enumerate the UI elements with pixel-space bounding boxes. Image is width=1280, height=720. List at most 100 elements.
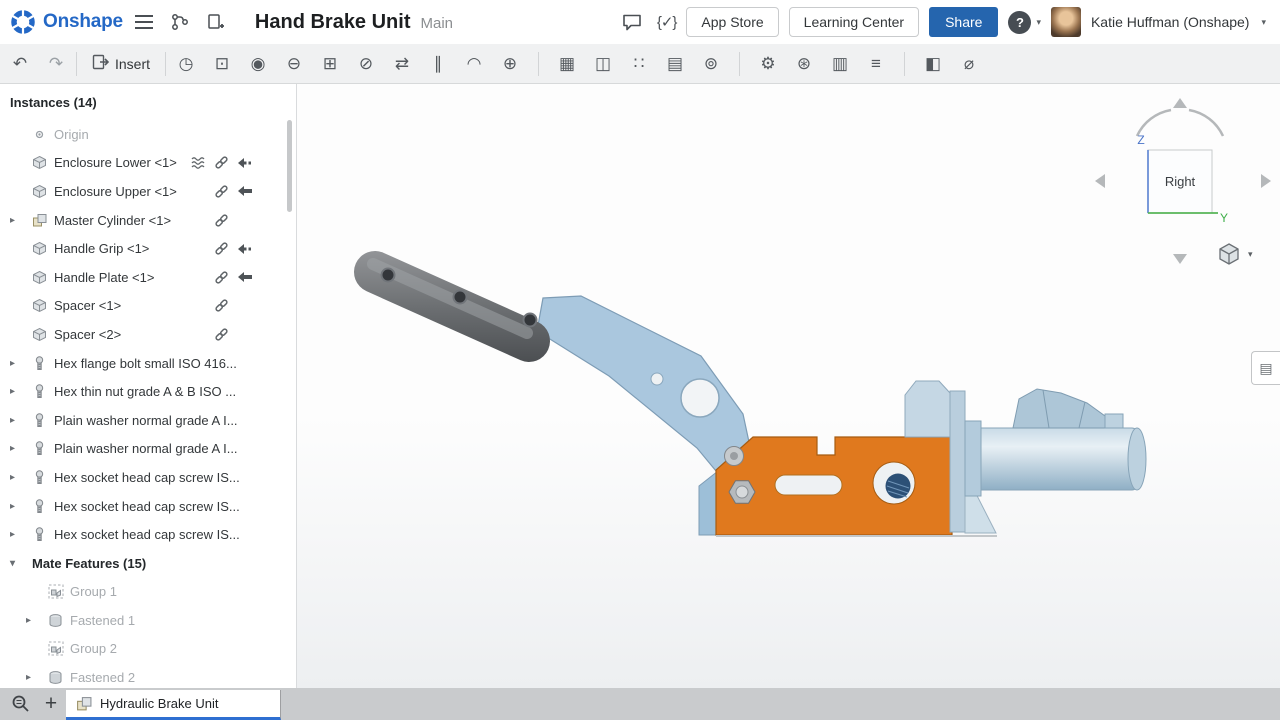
bolt-icon [32, 441, 54, 456]
instance-row[interactable]: ▸Hex socket head cap screw IS... [0, 492, 296, 521]
slider-mate-icon[interactable]: ⇄ [388, 50, 416, 78]
toolbar-divider [739, 52, 740, 76]
search-tabs-icon[interactable] [6, 688, 36, 720]
handle-grip-part[interactable] [373, 264, 537, 341]
learning-center-button[interactable]: Learning Center [789, 7, 919, 37]
arrow-dashed-icon[interactable] [233, 243, 256, 255]
expand-chevron-icon[interactable]: ▸ [10, 386, 32, 397]
insert-button[interactable]: Insert [83, 50, 159, 78]
versions-icon[interactable] [165, 7, 195, 37]
help-icon[interactable]: ? [1008, 11, 1031, 34]
instance-row[interactable]: Spacer <1> [0, 292, 296, 321]
mate-connector-icon[interactable]: ⊕ [496, 50, 524, 78]
fastened-mate-icon[interactable]: ⊡ [208, 50, 236, 78]
assembly-tab-icon [76, 696, 92, 712]
link-icon[interactable] [210, 213, 233, 228]
mate-feature-row[interactable]: ▸Fastened 1 [0, 606, 296, 635]
rotate-cw-arc-icon[interactable] [1189, 110, 1223, 136]
mate-feature-row[interactable]: ▸Fastened 2 [0, 663, 296, 688]
app-store-button[interactable]: App Store [686, 7, 778, 37]
circular-pattern-icon[interactable]: ⊚ [697, 50, 725, 78]
rotate-down-arrow-icon[interactable] [1173, 254, 1187, 264]
rotate-left-arrow-icon[interactable] [1095, 174, 1105, 188]
link-icon[interactable] [210, 184, 233, 199]
ball-mate-icon[interactable]: ◉ [244, 50, 272, 78]
configurations-icon[interactable]: ⚙ [754, 50, 782, 78]
instance-row[interactable]: Enclosure Upper <1> [0, 177, 296, 206]
instance-row[interactable]: ▸Plain washer normal grade A I... [0, 406, 296, 435]
user-menu-caret-icon[interactable]: ▾ [1261, 17, 1266, 28]
section-view-icon[interactable]: ◧ [919, 50, 947, 78]
explode-icon[interactable]: ⊛ [790, 50, 818, 78]
onshape-logo-icon [10, 9, 36, 35]
expand-chevron-icon[interactable]: ▸ [10, 415, 32, 426]
in-context-icon[interactable] [187, 156, 210, 169]
tab-hydraulic-brake-unit[interactable]: Hydraulic Brake Unit [66, 690, 281, 720]
undo-icon[interactable]: ↶ [6, 50, 34, 78]
instance-row[interactable]: Spacer <2> [0, 320, 296, 349]
share-button[interactable]: Share [929, 7, 998, 37]
viewport-3d[interactable]: Z Y Right ▾ ▤ [297, 84, 1280, 688]
replicate-icon[interactable]: ◫ [589, 50, 617, 78]
expand-chevron-icon[interactable]: ▸ [10, 358, 32, 369]
link-icon[interactable] [210, 298, 233, 313]
rotate-up-arrow-icon[interactable] [1173, 98, 1187, 108]
main-menu-icon[interactable] [129, 7, 159, 37]
instance-row[interactable]: Handle Plate <1> [0, 263, 296, 292]
named-positions-icon[interactable]: ≡ [862, 50, 890, 78]
expand-chevron-icon[interactable]: ▸ [10, 529, 32, 540]
instance-row[interactable]: ▸Hex flange bolt small ISO 416... [0, 349, 296, 378]
expand-chevron-icon[interactable]: ▸ [10, 472, 32, 483]
view-mode-button[interactable]: ▾ [1217, 239, 1269, 269]
mate-feature-row[interactable]: Group 1 [0, 578, 296, 607]
onshape-logo[interactable]: Onshape [10, 9, 123, 35]
expand-chevron-icon[interactable]: ▸ [10, 501, 32, 512]
instance-row[interactable]: ▸Plain washer normal grade A I... [0, 435, 296, 464]
planar-mate-icon[interactable]: ⊞ [316, 50, 344, 78]
help-caret-icon[interactable]: ▾ [1036, 17, 1041, 28]
mate-feature-row[interactable]: Group 2 [0, 635, 296, 664]
group-icon[interactable]: ▦ [553, 50, 581, 78]
instance-row[interactable]: ▸Hex thin nut grade A & B ISO ... [0, 377, 296, 406]
redo-icon[interactable]: ↷ [42, 50, 70, 78]
instance-row[interactable]: ▸Master Cylinder <1> [0, 206, 296, 235]
link-icon[interactable] [210, 155, 233, 170]
linear-pattern-icon[interactable]: ∷ [625, 50, 653, 78]
expand-chevron-icon[interactable]: ▸ [26, 672, 48, 683]
insert-new-element-icon[interactable] [201, 7, 231, 37]
link-icon[interactable] [210, 327, 233, 342]
bom-table-icon[interactable]: ▤ [661, 50, 689, 78]
add-tab-button[interactable]: + [36, 688, 66, 720]
row-status-icons [187, 241, 256, 256]
user-menu[interactable]: Katie Huffman (Onshape) [1091, 14, 1250, 30]
instance-row[interactable]: Origin [0, 120, 296, 149]
arrow-solid-icon[interactable] [233, 271, 256, 283]
collapse-chevron-icon[interactable]: ▾ [10, 558, 32, 569]
revolute-mate-icon[interactable]: ◷ [172, 50, 200, 78]
rotate-right-arrow-icon[interactable] [1261, 174, 1271, 188]
cylindrical-mate-icon[interactable]: ⊖ [280, 50, 308, 78]
expand-chevron-icon[interactable]: ▸ [10, 215, 32, 226]
measure-icon[interactable]: ⌀ [955, 50, 983, 78]
mate-features-header[interactable]: ▾ Mate Features (15) [0, 549, 296, 578]
fastened-icon [48, 613, 70, 628]
tangent-mate-icon[interactable]: ◠ [460, 50, 488, 78]
instance-row[interactable]: Handle Grip <1> [0, 234, 296, 263]
arrow-solid-icon[interactable] [233, 185, 256, 197]
parallel-mate-icon[interactable]: ∥ [424, 50, 452, 78]
display-states-icon[interactable]: ▥ [826, 50, 854, 78]
comments-icon[interactable] [617, 7, 647, 37]
expand-chevron-icon[interactable]: ▸ [10, 443, 32, 454]
instance-row[interactable]: ▸Hex socket head cap screw IS... [0, 520, 296, 549]
panel-scrollbar[interactable] [287, 120, 292, 212]
user-avatar[interactable] [1051, 7, 1081, 37]
expand-chevron-icon[interactable]: ▸ [26, 615, 48, 626]
pin-slot-mate-icon[interactable]: ⊘ [352, 50, 380, 78]
link-icon[interactable] [210, 270, 233, 285]
link-icon[interactable] [210, 241, 233, 256]
bom-panel-toggle[interactable]: ▤ [1251, 351, 1280, 385]
feedback-icon[interactable]: {✓} [657, 13, 677, 31]
instance-row[interactable]: Enclosure Lower <1> [0, 149, 296, 178]
instance-row[interactable]: ▸Hex socket head cap screw IS... [0, 463, 296, 492]
arrow-dashed-icon[interactable] [233, 157, 256, 169]
